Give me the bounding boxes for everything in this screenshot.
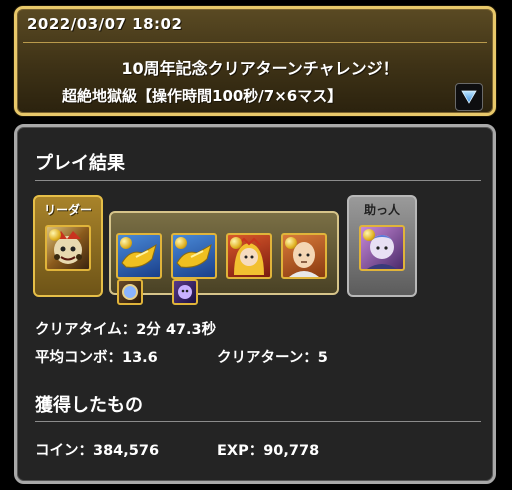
plus-badge-icon [175, 237, 187, 249]
helper-slot[interactable]: 助っ人 [347, 195, 417, 297]
play-result-heading: プレイ結果 [35, 153, 125, 174]
play-date: 2022/03/07 18:02 [27, 15, 183, 33]
average-combo: 平均コンボ：13.6 [35, 350, 158, 366]
monster-sub1-icon[interactable] [116, 233, 162, 279]
section-divider [35, 180, 481, 181]
dungeon-title: 10周年記念クリアターンチャレンジ！ [121, 59, 399, 78]
sub-members-box [109, 211, 339, 305]
helper-label: 助っ人 [363, 203, 400, 217]
monster-leader-icon[interactable] [45, 225, 91, 271]
monster-sub4-icon[interactable] [281, 233, 327, 279]
clear-time: クリアタイム：2分 47.3秒 [35, 322, 217, 338]
leader-slot[interactable]: リーダー [33, 195, 103, 297]
assist-1-icon[interactable] [117, 279, 143, 305]
rewards-heading: 獲得したもの [35, 395, 143, 416]
plus-badge-icon [120, 237, 132, 249]
plus-badge-icon [363, 229, 375, 241]
leader-label: リーダー [43, 203, 92, 217]
plus-badge-icon [230, 237, 242, 249]
coin-reward: コイン：384,576 [35, 443, 160, 459]
monster-sub3-icon[interactable] [226, 233, 272, 279]
result-panel: プレイ結果 リーダー 助っ人 クリアタイム：2分 47.3秒 平均コンボ：13.… [14, 124, 496, 484]
monster-sub2-icon[interactable] [171, 233, 217, 279]
clear-turns: クリアターン：5 [217, 350, 328, 366]
rewards-divider [35, 421, 481, 422]
monster-helper-icon[interactable] [359, 225, 405, 271]
dropdown-button[interactable] [455, 83, 483, 111]
dungeon-subtitle: 超絶地獄級【操作時間100秒/7×6マス】 [62, 87, 343, 105]
exp-reward: EXP：90,778 [217, 443, 320, 459]
triangle-down-icon [461, 90, 477, 104]
dungeon-header: 2022/03/07 18:02 10周年記念クリアターンチャレンジ！ 超絶地獄… [14, 6, 496, 116]
assist-2-icon[interactable] [172, 279, 198, 305]
header-divider [23, 42, 487, 43]
plus-badge-icon [285, 237, 297, 249]
plus-badge-icon [49, 229, 61, 241]
